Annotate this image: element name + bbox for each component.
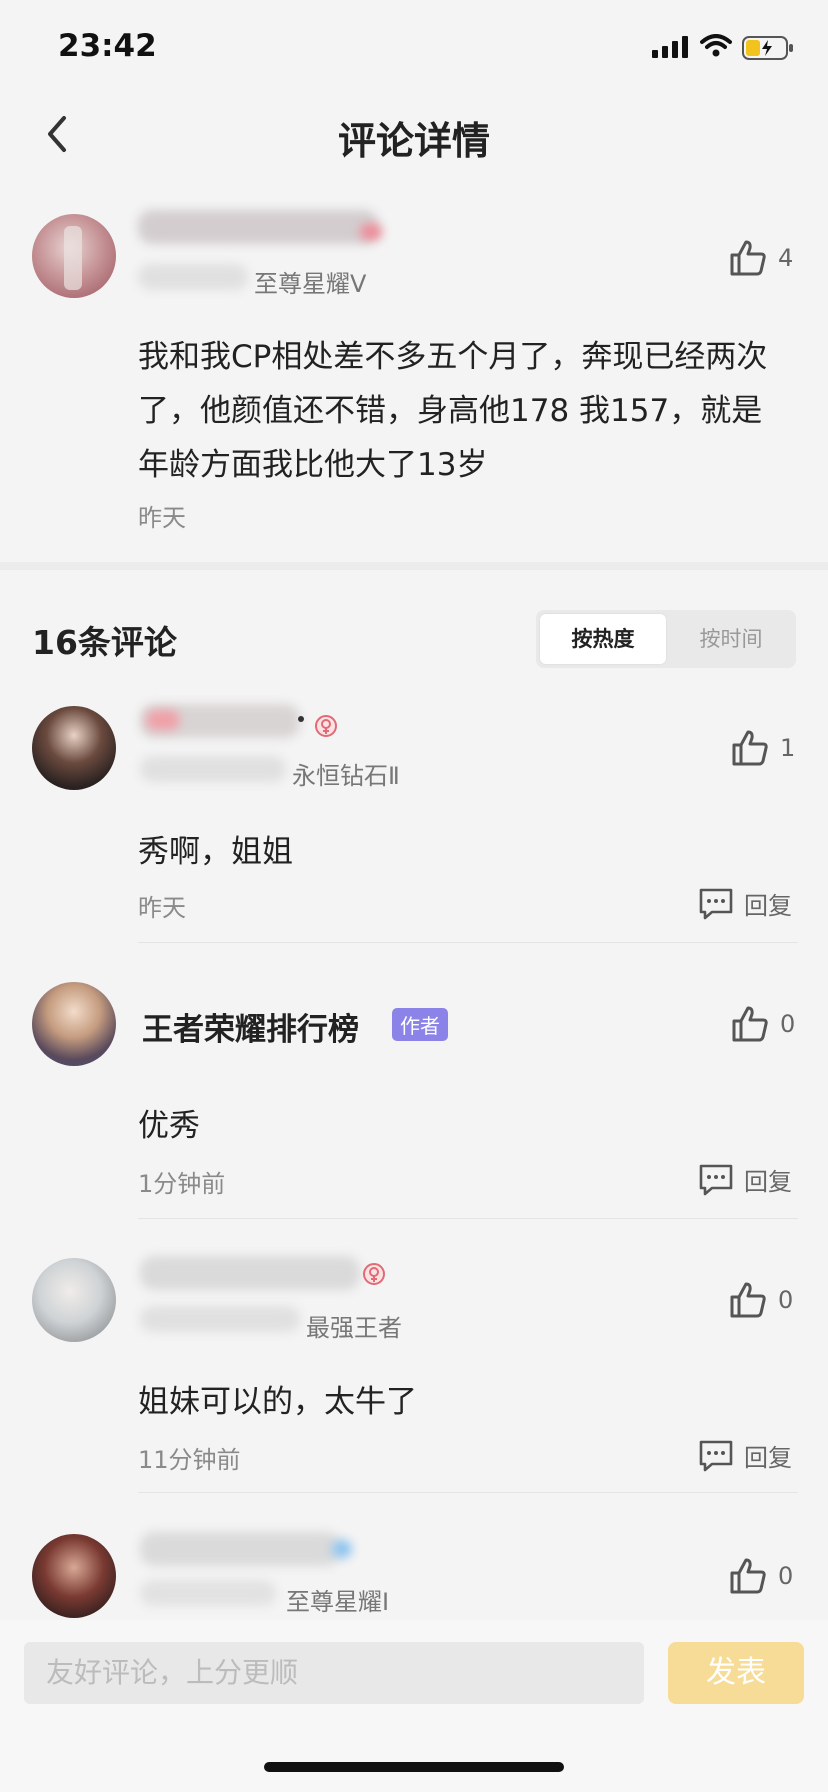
home-indicator[interactable] — [264, 1762, 564, 1772]
section-divider — [0, 562, 828, 570]
like-count: 0 — [778, 1562, 794, 1590]
thumbs-up-icon — [732, 730, 768, 766]
reply-label: 回复 — [744, 1444, 792, 1472]
comment-text: 秀啊，姐姐 — [138, 834, 293, 870]
reply-label: 回复 — [744, 892, 792, 920]
comment-time: 1分钟前 — [138, 1170, 226, 1198]
like-count: 0 — [780, 1010, 796, 1038]
send-button[interactable]: 发表 — [668, 1642, 804, 1704]
userinfo-redacted — [140, 1306, 300, 1332]
like-button[interactable]: 0 — [730, 1004, 795, 1044]
comment-time: 昨天 — [138, 894, 186, 922]
battery-icon — [742, 36, 793, 60]
chat-bubble-icon — [699, 1164, 733, 1195]
avatar[interactable] — [32, 1534, 116, 1618]
like-button[interactable]: 0 — [728, 1556, 793, 1596]
avatar[interactable] — [32, 982, 116, 1066]
user-rank: 最强王者 — [306, 1314, 402, 1342]
userinfo-redacted — [140, 1580, 276, 1606]
username-tag-redacted — [146, 710, 180, 730]
chat-bubble-icon — [699, 1440, 733, 1471]
userinfo-redacted — [138, 264, 248, 290]
avatar[interactable] — [32, 1258, 116, 1342]
female-icon — [363, 1263, 385, 1285]
status-time: 23:42 — [58, 28, 157, 64]
like-button[interactable]: 1 — [730, 728, 795, 768]
sort-hot-button[interactable]: 按热度 — [540, 614, 666, 664]
user-rank: 至尊星耀Ⅴ — [254, 270, 367, 298]
reply-label: 回复 — [744, 1168, 792, 1196]
comment-input[interactable] — [24, 1642, 644, 1704]
thumbs-up-icon — [730, 1282, 766, 1318]
user-rank: 永恒钻石Ⅱ — [292, 762, 400, 790]
reply-button[interactable]: 回复 — [698, 886, 792, 921]
avatar[interactable] — [32, 706, 116, 790]
signal-icon — [652, 36, 688, 58]
divider — [138, 1492, 798, 1493]
post-text: 我和我CP相处差不多五个月了，奔现已经两次了，他颜值还不错，身高他178 我15… — [138, 339, 768, 483]
user-rank: 至尊星耀Ⅰ — [286, 1588, 390, 1616]
thumbs-up-icon — [730, 1558, 766, 1594]
female-icon — [315, 715, 337, 737]
sort-toggle: 按热度 按时间 — [536, 610, 796, 668]
chat-bubble-icon — [699, 888, 733, 919]
username-tag-redacted — [332, 1540, 352, 1558]
like-count: 1 — [780, 734, 796, 762]
sort-time-button[interactable]: 按时间 — [670, 614, 792, 664]
comment-count: 16条评论 — [32, 623, 177, 662]
divider — [138, 942, 798, 943]
comment-text: 姐妹可以的，太牛了 — [138, 1384, 417, 1420]
username-redacted — [138, 210, 378, 244]
comment-input-box — [24, 1642, 644, 1704]
like-count: 4 — [778, 244, 794, 272]
reply-button[interactable]: 回复 — [698, 1438, 792, 1473]
name-dot — [298, 716, 304, 722]
post-time: 昨天 — [138, 504, 186, 532]
username-redacted — [140, 1532, 340, 1566]
author-badge: 作者 — [392, 1008, 448, 1041]
username-redacted — [140, 1256, 360, 1290]
comment-time: 11分钟前 — [138, 1446, 241, 1474]
like-button[interactable]: 4 — [728, 238, 793, 278]
author-name: 王者荣耀排行榜 — [142, 1012, 359, 1048]
page-title: 评论详情 — [337, 119, 490, 163]
thumbs-up-icon — [732, 1006, 768, 1042]
avatar[interactable] — [32, 214, 116, 298]
userinfo-redacted — [140, 756, 286, 782]
reply-button[interactable]: 回复 — [698, 1162, 792, 1197]
comment-text: 优秀 — [138, 1108, 200, 1144]
username-tag-redacted — [360, 224, 382, 240]
like-count: 0 — [778, 1286, 794, 1314]
thumbs-up-icon — [730, 240, 766, 276]
wifi-icon — [700, 34, 732, 57]
divider — [138, 1218, 798, 1219]
like-button[interactable]: 0 — [728, 1280, 793, 1320]
